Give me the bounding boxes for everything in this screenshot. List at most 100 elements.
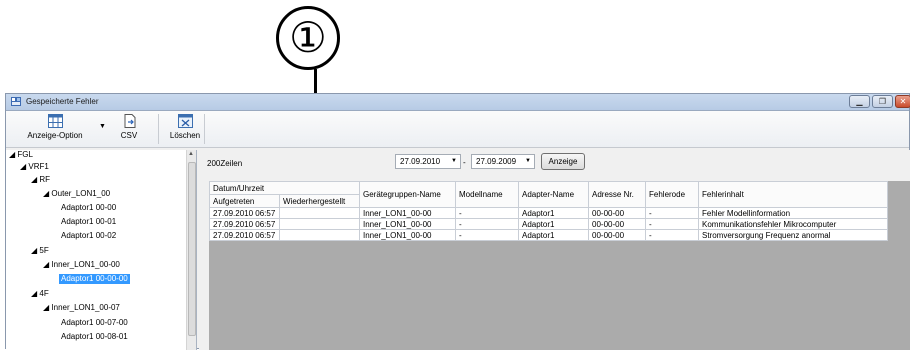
cell-recovered [279,207,360,219]
tree-node-rf[interactable]: ◢ RF [31,175,50,185]
csv-label: CSV [120,131,138,140]
tree-node-label: Inner_LON1_00-07 [51,303,120,312]
expand-triangle-icon[interactable]: ◢ [31,289,37,298]
column-header-error-content[interactable]: Fehlerinhalt [698,181,888,208]
tree-node-outer-lon1-00[interactable]: ◢ Outer_LON1_00 [43,189,110,199]
date-range-separator: - [463,158,466,167]
tree-scrollbar[interactable]: ▲ [186,150,196,350]
scrollbar-thumb[interactable] [188,162,196,336]
tree-node-adaptor[interactable]: Adaptor1 00-08-01 [61,332,128,342]
cell-error-code: - [645,218,699,230]
maximize-button[interactable]: ❐ [872,95,893,108]
column-header-model-name[interactable]: Modellname [455,181,519,208]
cell-address: 00-00-00 [588,229,646,241]
window-title: Gespeicherte Fehler [26,97,99,106]
column-header-adapter-name[interactable]: Adapter-Name [518,181,589,208]
display-option-label: Anzeige-Option [27,131,83,140]
title-bar: Gespeicherte Fehler ▁ ❐ ✕ [6,94,910,111]
tree-node-fgl[interactable]: ◢ FGL [9,150,33,160]
minimize-icon: ▁ [856,97,863,106]
expand-triangle-icon[interactable]: ◢ [43,189,49,198]
column-header-occurred[interactable]: Aufgetreten [209,194,280,208]
cell-adapter-name: Adaptor1 [518,207,589,219]
table-row[interactable]: 27.09.2010 06:57 Inner_LON1_00-00 - Adap… [209,229,888,241]
close-button[interactable]: ✕ [895,95,910,108]
column-header-device-group[interactable]: Gerätegruppen-Name [359,181,456,208]
tree-node-label: RF [39,175,51,184]
table-row[interactable]: 27.09.2010 06:57 Inner_LON1_00-00 - Adap… [209,207,888,219]
error-grid: Datum/Uhrzeit Gerätegruppen-Name Modelln… [209,181,910,350]
cell-device-group: Inner_LON1_00-00 [359,207,456,219]
cell-adapter-name: Adaptor1 [518,229,589,241]
chevron-down-icon[interactable]: ▼ [451,155,457,168]
cell-model-name: - [455,207,519,219]
tree-node-vrf1[interactable]: ◢ VRF1 [20,162,49,172]
tree-node-label: FGL [17,150,33,159]
expand-triangle-icon[interactable]: ◢ [31,246,37,255]
cell-model-name: - [455,229,519,241]
tree-node-adaptor-selected[interactable]: Adaptor1 00-00-00 [59,274,130,284]
cell-device-group: Inner_LON1_00-00 [359,229,456,241]
tree-node-inner-lon1-00-07[interactable]: ◢ Inner_LON1_00-07 [43,303,120,313]
cell-error-code: - [645,207,699,219]
tree-node-adaptor[interactable]: Adaptor1 00-02 [61,231,116,241]
column-header-error-code[interactable]: Fehlerode [645,181,699,208]
column-header-address[interactable]: Adresse Nr. [588,181,646,208]
error-table: Datum/Uhrzeit Gerätegruppen-Name Modelln… [209,181,888,241]
table-row[interactable]: 27.09.2010 06:57 Inner_LON1_00-00 - Adap… [209,218,888,230]
tree-node-label: 4F [39,289,49,298]
cell-occurred: 27.09.2010 06:57 [209,229,280,241]
expand-triangle-icon[interactable]: ◢ [43,303,49,312]
cell-error-code: - [645,229,699,241]
date-from-value: 27.09.2010 [400,157,441,166]
delete-grid-icon [177,114,193,128]
minimize-button[interactable]: ▁ [849,95,870,108]
cell-model-name: - [455,218,519,230]
tree-node-inner-lon1-00-00[interactable]: ◢ Inner_LON1_00-00 [43,260,120,270]
cell-occurred: 27.09.2010 06:57 [209,207,280,219]
document-export-icon [124,114,135,128]
date-to-picker[interactable]: 27.09.2009 ▼ [471,154,535,169]
expand-triangle-icon[interactable]: ◢ [31,175,37,184]
delete-button[interactable]: Löschen [166,113,204,145]
cell-address: 00-00-00 [588,207,646,219]
tree-node-label: 5F [39,246,49,255]
expand-triangle-icon[interactable]: ◢ [20,162,26,171]
column-header-datetime[interactable]: Datum/Uhrzeit [209,181,360,195]
show-button[interactable]: Anzeige [541,153,585,170]
tree-node-adaptor[interactable]: Adaptor1 00-01 [61,217,116,227]
cell-device-group: Inner_LON1_00-00 [359,218,456,230]
cell-occurred: 27.09.2010 06:57 [209,218,280,230]
error-log-window: Gespeicherte Fehler ▁ ❐ ✕ Anzeige-Option… [5,93,910,350]
cell-error-content: Stromversorgung Frequenz anormal [698,229,888,241]
tree-node-label: Outer_LON1_00 [51,189,111,198]
expand-triangle-icon[interactable]: ◢ [9,150,15,159]
cell-recovered [279,229,360,241]
display-option-button[interactable]: Anzeige-Option [11,113,99,145]
dropdown-arrow-icon[interactable]: ▼ [99,123,106,130]
cell-address: 00-00-00 [588,218,646,230]
toolbar: Anzeige-Option ▼ CSV Löschen [6,111,909,148]
date-from-picker[interactable]: 27.09.2010 ▼ [395,154,461,169]
toolbar-separator [158,114,159,144]
cell-error-content: Kommunikationsfehler Mikrocomputer [698,218,888,230]
cell-error-content: Fehler Modellinformation [698,207,888,219]
app-icon [11,97,21,106]
callout-number: ① [276,6,340,70]
grid-options-icon [47,114,63,128]
close-icon: ✕ [899,97,907,106]
column-header-recovered[interactable]: Wiederhergestellt [279,194,360,208]
tree-node-5f[interactable]: ◢ 5F [31,246,49,256]
cell-adapter-name: Adaptor1 [518,218,589,230]
tree-node-4f[interactable]: ◢ 4F [31,289,49,299]
delete-label: Löschen [169,131,201,140]
error-list-panel: 200Zeilen 27.09.2010 ▼ - 27.09.2009 ▼ An… [199,150,910,350]
expand-triangle-icon[interactable]: ◢ [43,260,49,269]
scroll-up-icon[interactable]: ▲ [188,151,194,157]
tree-node-adaptor[interactable]: Adaptor1 00-00 [61,203,116,213]
csv-export-button[interactable]: CSV [114,113,144,145]
chevron-down-icon[interactable]: ▼ [525,155,531,168]
device-tree: ◢ FGL ◢ VRF1 ◢ RF ◢ Outer_LON1_00 Adapto… [6,150,197,350]
tree-node-label: VRF1 [28,162,49,171]
tree-node-adaptor[interactable]: Adaptor1 00-07-00 [61,318,128,328]
